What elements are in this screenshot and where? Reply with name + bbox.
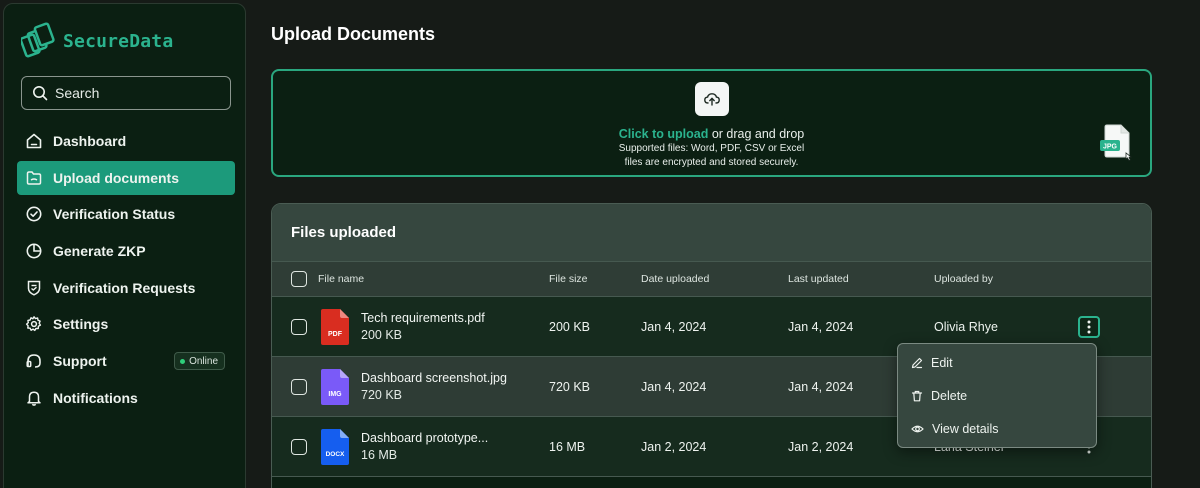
bell-icon xyxy=(27,391,41,406)
search-icon xyxy=(33,86,48,101)
file-name[interactable]: Tech requirements.pdf xyxy=(361,311,485,325)
folder-upload-icon xyxy=(26,170,42,185)
status-badge: Online xyxy=(174,352,225,371)
cloud-upload-icon xyxy=(704,93,720,106)
select-all-checkbox[interactable] xyxy=(291,271,307,287)
online-dot-icon xyxy=(180,358,186,364)
last-updated: Jan 4, 2024 xyxy=(788,379,854,394)
sidebar: SecureData Dashboard Upload documents xyxy=(3,3,246,488)
pdf-file-icon: PDF xyxy=(321,308,349,345)
trash-icon xyxy=(911,390,923,401)
table-header: File name File size Date uploaded Last u… xyxy=(272,261,1151,297)
brand-name: SecureData xyxy=(63,30,174,52)
page-title: Upload Documents xyxy=(271,24,436,44)
brand[interactable]: SecureData xyxy=(21,22,173,60)
check-circle-icon xyxy=(26,206,42,222)
pie-chart-icon xyxy=(26,243,42,259)
select-all-cell xyxy=(291,262,307,296)
encryption-note: files are encrypted and stored securely. xyxy=(624,157,799,168)
sidebar-item-label: Dashboard xyxy=(53,133,127,149)
upload-dropzone[interactable]: Click to upload or drag and drop Support… xyxy=(271,69,1152,177)
column-header-file-size[interactable]: File size xyxy=(549,262,588,296)
gear-icon xyxy=(25,316,42,332)
column-header-date-uploaded[interactable]: Date uploaded xyxy=(641,262,709,296)
files-card-header: Files uploaded xyxy=(272,204,1151,261)
dropzone-instructions: Click to upload or drag and drop xyxy=(273,127,1150,141)
last-updated: Jan 4, 2024 xyxy=(788,319,854,334)
file-name[interactable]: Dashboard screenshot.jpg xyxy=(361,371,507,385)
sidebar-item-label: Upload documents xyxy=(53,169,180,186)
file-cell: PDF Tech requirements.pdf 200 KB xyxy=(321,297,485,356)
row-actions-menu: Edit Delete View details xyxy=(897,343,1097,448)
column-header-last-updated[interactable]: Last updated xyxy=(788,262,849,296)
sidebar-item-label: Settings xyxy=(53,316,109,333)
sidebar-item-label: Support xyxy=(53,353,107,370)
eye-icon xyxy=(911,425,924,432)
sidebar-item-support[interactable]: Support Online xyxy=(17,344,235,378)
date-uploaded: Jan 4, 2024 xyxy=(641,319,707,334)
menu-item-delete[interactable]: Delete xyxy=(898,379,1096,412)
row-actions-button[interactable] xyxy=(1078,315,1100,338)
menu-item-edit[interactable]: Edit xyxy=(898,346,1096,379)
sidebar-item-label: Generate ZKP xyxy=(53,243,146,260)
menu-item-label: Edit xyxy=(931,355,953,370)
menu-item-view-details[interactable]: View details xyxy=(898,412,1096,445)
menu-item-label: Delete xyxy=(931,388,968,403)
sidebar-item-label: Verification Status xyxy=(53,206,176,223)
status-badge-label: Online xyxy=(189,355,218,367)
sidebar-item-dashboard[interactable]: Dashboard xyxy=(17,124,235,158)
file-type-label: IMG xyxy=(328,391,342,398)
file-cell: IMG Dashboard screenshot.jpg 720 KB xyxy=(321,357,507,416)
column-header-file-name[interactable]: File name xyxy=(318,262,364,296)
supported-files-text: Supported files: Word, PDF, CSV or Excel xyxy=(618,143,805,154)
sidebar-item-verification-requests[interactable]: Verification Requests xyxy=(17,271,235,305)
file-type-label: PDF xyxy=(328,331,343,338)
file-size-subtext: 16 MB xyxy=(361,448,398,462)
file-text-block: Dashboard prototype... 16 MB xyxy=(361,431,488,462)
dragged-file-icon: JPG xyxy=(1099,123,1139,168)
row-checkbox[interactable] xyxy=(291,438,307,455)
file-type-label: DOCX xyxy=(326,451,345,458)
logo-icon xyxy=(21,22,55,58)
date-uploaded: Jan 4, 2024 xyxy=(641,379,707,394)
more-vertical-icon xyxy=(1087,320,1091,333)
sidebar-item-verification-status[interactable]: Verification Status xyxy=(17,197,235,231)
file-text-block: Dashboard screenshot.jpg 720 KB xyxy=(361,371,507,402)
sidebar-item-generate-zkp[interactable]: Generate ZKP xyxy=(17,234,235,268)
last-updated: Jan 2, 2024 xyxy=(788,439,854,454)
upload-button[interactable] xyxy=(695,82,729,116)
file-size-subtext: 200 KB xyxy=(361,328,403,342)
support-icon xyxy=(26,354,41,368)
menu-item-label: View details xyxy=(932,421,999,436)
sidebar-item-label: Notifications xyxy=(53,389,138,406)
search-input[interactable] xyxy=(55,85,215,101)
shield-file-icon xyxy=(27,280,41,296)
sidebar-item-label: Verification Requests xyxy=(53,279,196,296)
home-icon xyxy=(26,133,42,149)
column-header-uploaded-by[interactable]: Uploaded by xyxy=(934,262,993,296)
search-box[interactable] xyxy=(21,76,231,110)
image-file-icon: IMG xyxy=(321,368,349,405)
file-size: 720 KB xyxy=(549,379,591,394)
file-cell: DOCX Dashboard prototype... 16 MB xyxy=(321,417,488,476)
sidebar-nav: Dashboard Upload documents Verification … xyxy=(17,124,235,418)
sidebar-item-settings[interactable]: Settings xyxy=(17,307,235,341)
drag-drop-text: or drag and drop xyxy=(708,127,805,141)
docx-file-icon: DOCX xyxy=(321,428,349,465)
file-size-subtext: 720 KB xyxy=(361,388,403,402)
file-text-block: Tech requirements.pdf 200 KB xyxy=(361,311,485,342)
pencil-icon xyxy=(911,357,923,368)
click-to-upload-link[interactable]: Click to upload xyxy=(619,127,709,141)
file-size: 200 KB xyxy=(549,319,591,334)
files-card-title: Files uploaded xyxy=(291,224,397,241)
row-checkbox[interactable] xyxy=(291,378,307,395)
date-uploaded: Jan 2, 2024 xyxy=(641,439,707,454)
file-name[interactable]: Dashboard prototype... xyxy=(361,431,488,445)
dragged-file-type: JPG xyxy=(1103,143,1118,150)
file-size: 16 MB xyxy=(549,439,586,454)
sidebar-item-upload-documents[interactable]: Upload documents xyxy=(17,160,235,195)
sidebar-item-notifications[interactable]: Notifications xyxy=(17,381,235,415)
row-checkbox[interactable] xyxy=(291,318,307,335)
